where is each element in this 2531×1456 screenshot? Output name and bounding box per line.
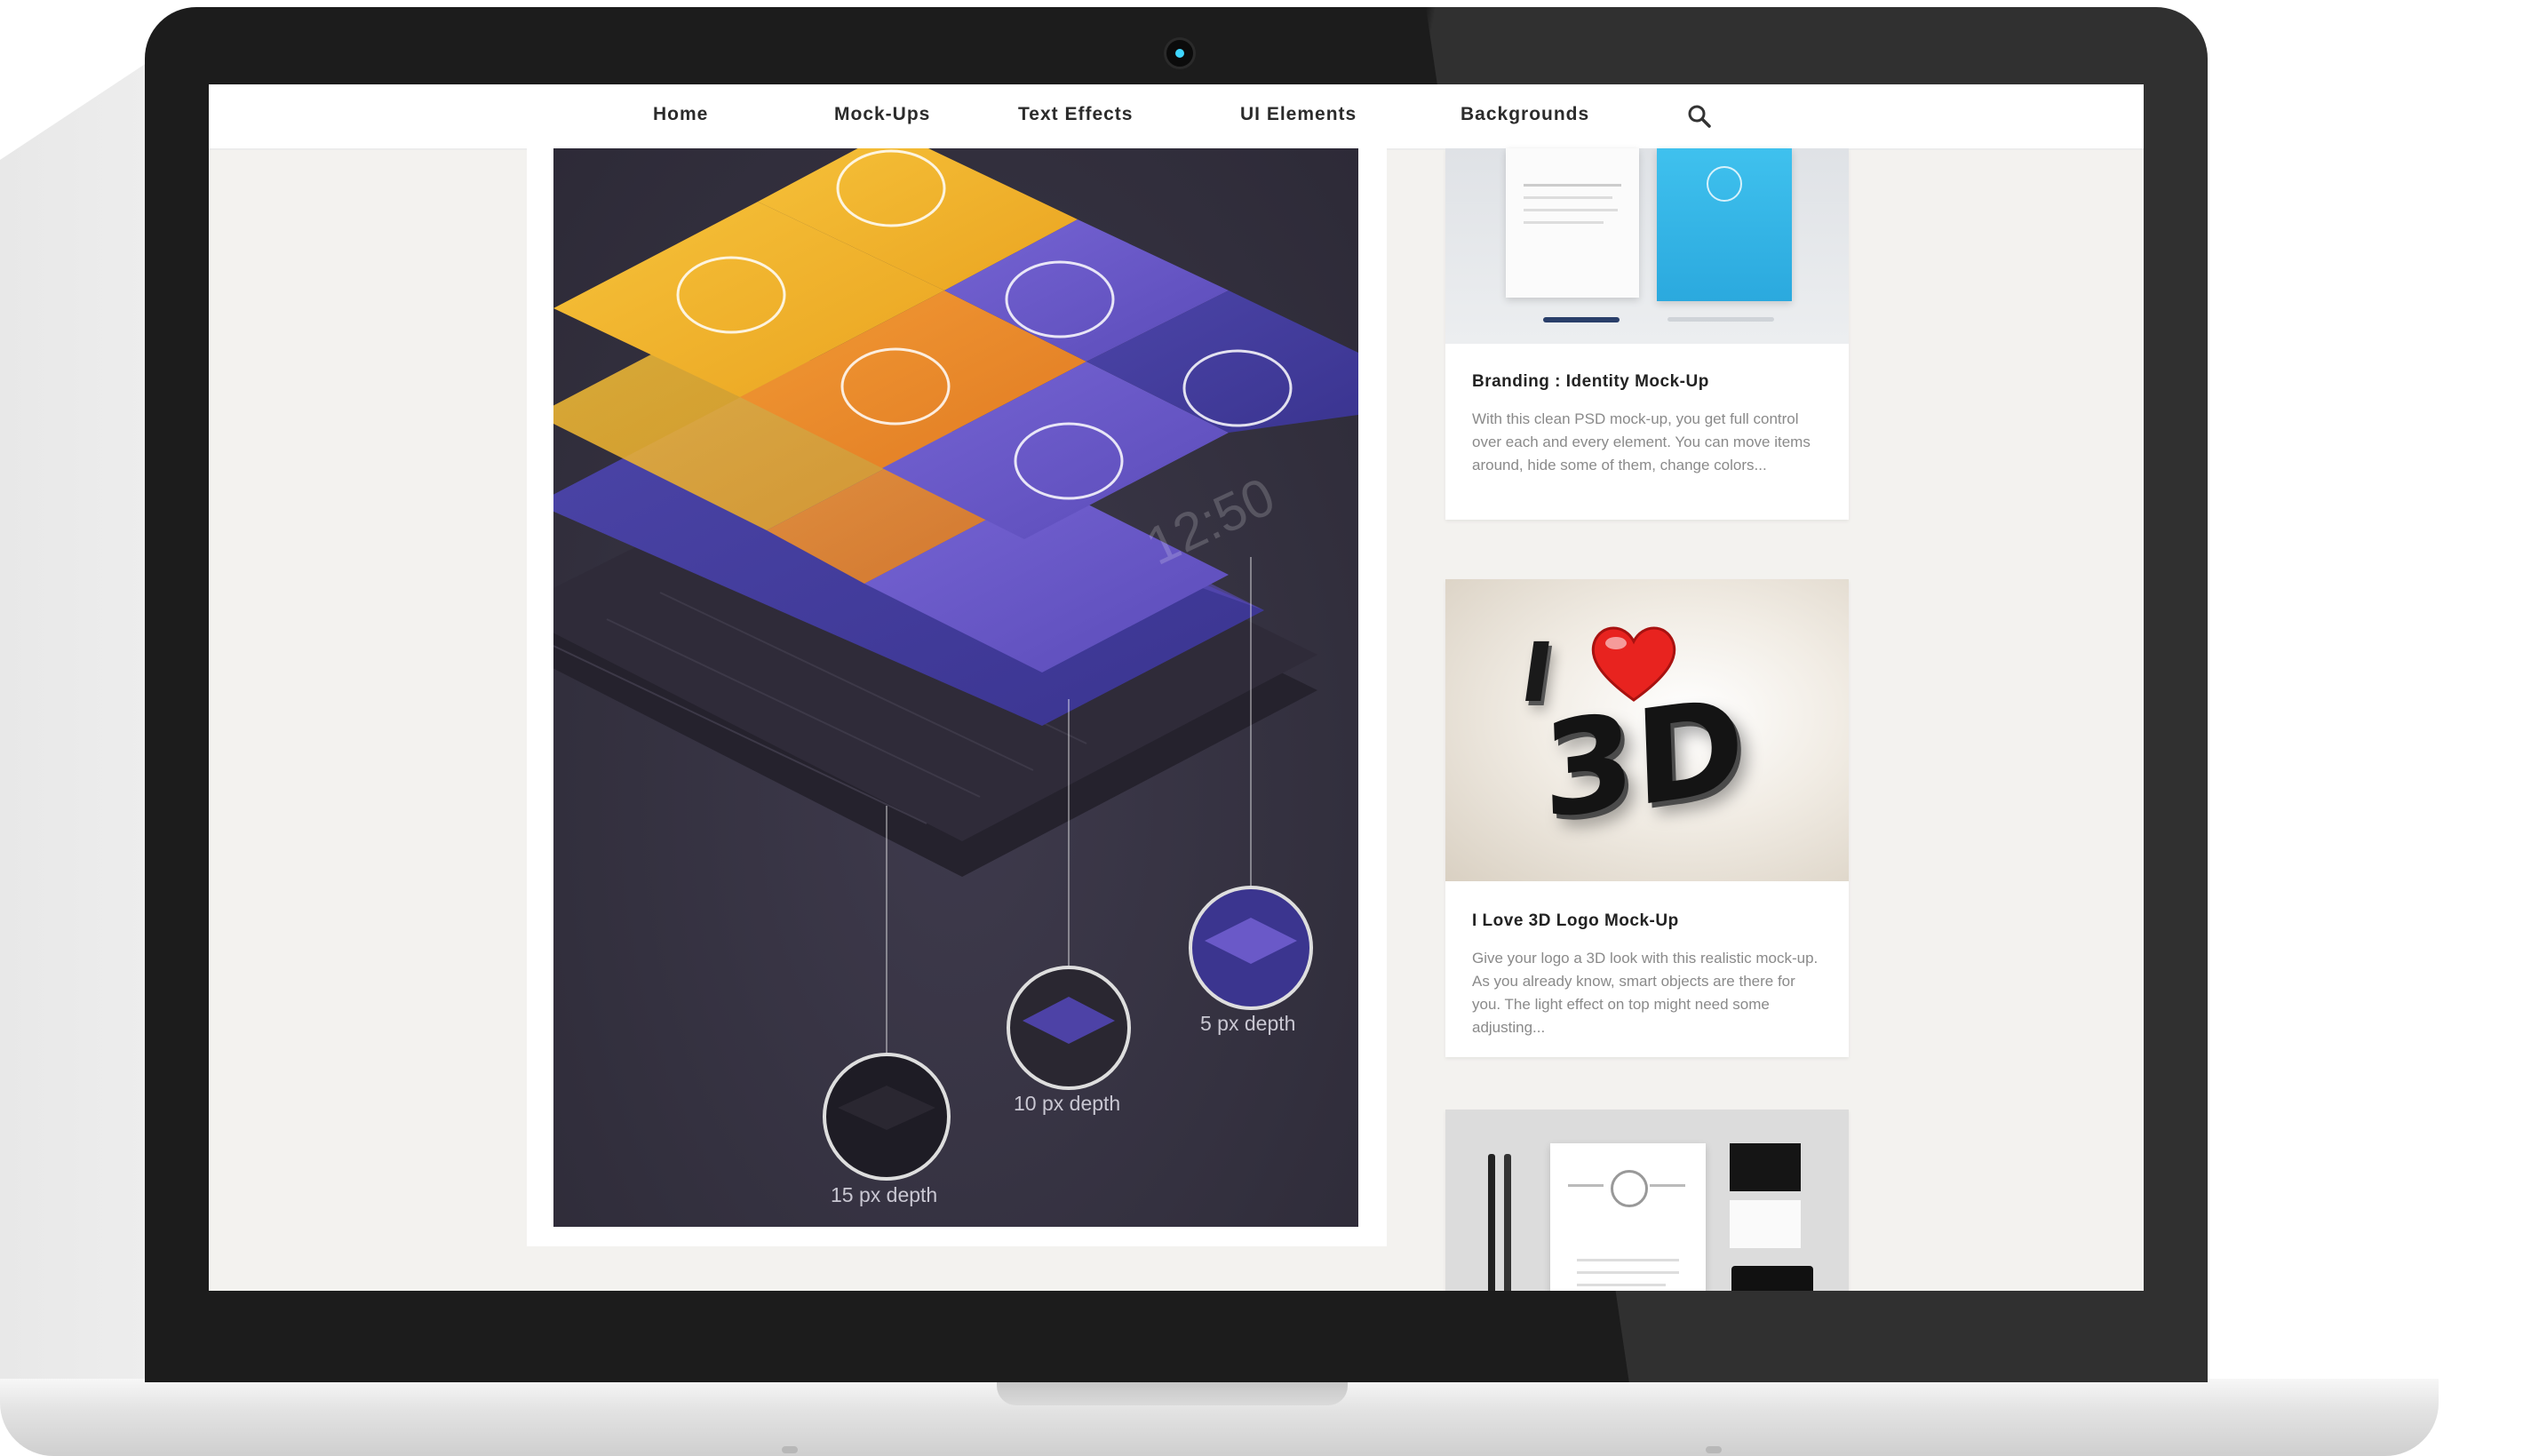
letter-paper [1550, 1143, 1706, 1291]
branding-thumbnail[interactable] [1445, 148, 1849, 344]
pencil-icon [1504, 1154, 1511, 1291]
sidebar-card-3d-logo[interactable]: I 3D I Love 3D Logo Mock-Up Give your lo… [1445, 579, 1849, 1057]
search-icon[interactable] [1687, 104, 1712, 129]
nav-ui-elements[interactable]: UI Elements [1240, 104, 1357, 125]
sidebar-card-branding[interactable]: Branding : Identity Mock-Up With this cl… [1445, 148, 1849, 520]
depth-label-5: 5 px depth [1200, 1012, 1296, 1035]
business-card-dark [1730, 1143, 1801, 1191]
depth-label-15: 15 px depth [831, 1183, 938, 1206]
pencil-icon [1667, 317, 1774, 322]
3d-logo-thumbnail[interactable]: I 3D [1445, 579, 1849, 881]
nav-mock-ups[interactable]: Mock-Ups [834, 104, 930, 125]
nav-backgrounds[interactable]: Backgrounds [1460, 104, 1589, 125]
pencil-icon [1488, 1154, 1495, 1291]
letterhead-paper [1506, 148, 1639, 298]
browser-viewport[interactable]: Home Mock-Ups Text Effects UI Elements B… [209, 84, 2144, 1291]
card-title[interactable]: I Love 3D Logo Mock-Up [1472, 911, 1679, 931]
featured-article-image[interactable]: 12:50 15 px depth 10 px depth 5 px depth [553, 148, 1358, 1227]
isometric-layers-illustration: 12:50 [553, 148, 1358, 1181]
laptop-foot [782, 1446, 798, 1453]
card-description: Give your logo a 3D look with this reali… [1472, 950, 1819, 1036]
depth-label-10: 10 px depth [1014, 1092, 1121, 1115]
webcam-icon [1166, 40, 1193, 67]
business-card-light [1730, 1200, 1801, 1248]
top-navigation: Home Mock-Ups Text Effects UI Elements B… [209, 84, 2144, 150]
big-time-display: 12:50 [1137, 466, 1283, 577]
laptop-lid-notch [997, 1379, 1348, 1405]
dark-object [1731, 1266, 1813, 1291]
laptop-bezel: Home Mock-Ups Text Effects UI Elements B… [145, 7, 2208, 1382]
blue-folder [1657, 148, 1792, 301]
nav-text-effects[interactable]: Text Effects [1018, 104, 1133, 125]
nav-home[interactable]: Home [653, 104, 708, 125]
card-description: With this clean PSD mock-up, you get ful… [1472, 410, 1811, 473]
logo-text-3d: 3D [1540, 669, 1747, 848]
pen-icon [1543, 317, 1620, 322]
laptop-foot [1706, 1446, 1722, 1453]
card-title[interactable]: Branding : Identity Mock-Up [1472, 372, 1709, 392]
sidebar-card-stationery[interactable] [1445, 1110, 1849, 1291]
